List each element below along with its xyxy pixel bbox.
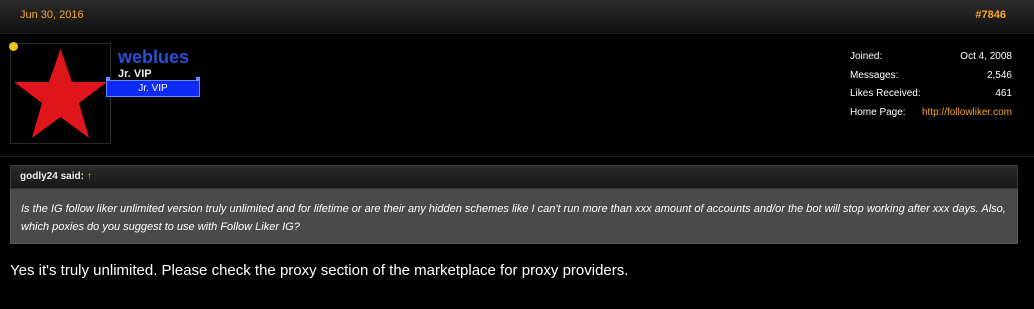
rank-badge: Jr. VIP	[106, 77, 200, 97]
stat-label: Messages:	[850, 69, 899, 81]
post-permalink-number[interactable]: #7846	[975, 9, 1006, 21]
post-message: Yes it's truly unlimited. Please check t…	[10, 262, 629, 279]
post-divider	[0, 156, 1034, 157]
stat-messages: Messages: 2,546	[850, 70, 1012, 89]
avatar[interactable]	[10, 43, 111, 144]
quote-author: godly24 said: ↑	[20, 171, 92, 182]
red-star-icon	[14, 49, 107, 138]
online-status-dot	[9, 42, 18, 51]
quote-text: Is the IG follow liker unlimited version…	[21, 203, 1006, 233]
stat-value: Oct 4, 2008	[960, 51, 1012, 62]
username-link[interactable]: weblues	[118, 47, 189, 68]
stat-likes-received: Likes Received: 461	[850, 88, 1012, 107]
post-date[interactable]: Jun 30, 2016	[20, 9, 84, 21]
quote-body: Is the IG follow liker unlimited version…	[10, 189, 1018, 244]
stat-label: Joined:	[850, 51, 883, 62]
stat-label: Home Page:	[850, 106, 906, 118]
stat-label: Likes Received:	[850, 88, 921, 99]
user-title: Jr. VIP	[118, 68, 152, 80]
stat-home-page: Home Page: http://followliker.com	[850, 107, 1012, 126]
quote-author-label: godly24 said:	[20, 171, 84, 182]
stat-value[interactable]: 2,546	[987, 70, 1012, 81]
stat-joined: Joined: Oct 4, 2008	[850, 51, 1012, 70]
jump-to-quote-icon[interactable]: ↑	[87, 171, 92, 182]
quote-header: godly24 said: ↑	[10, 165, 1018, 189]
user-stats: Joined: Oct 4, 2008 Messages: 2,546 Like…	[850, 51, 1012, 125]
stat-value: 461	[995, 88, 1012, 99]
home-page-link[interactable]: http://followliker.com	[922, 107, 1012, 118]
post-header-bar: Jun 30, 2016 #7846	[0, 0, 1034, 34]
